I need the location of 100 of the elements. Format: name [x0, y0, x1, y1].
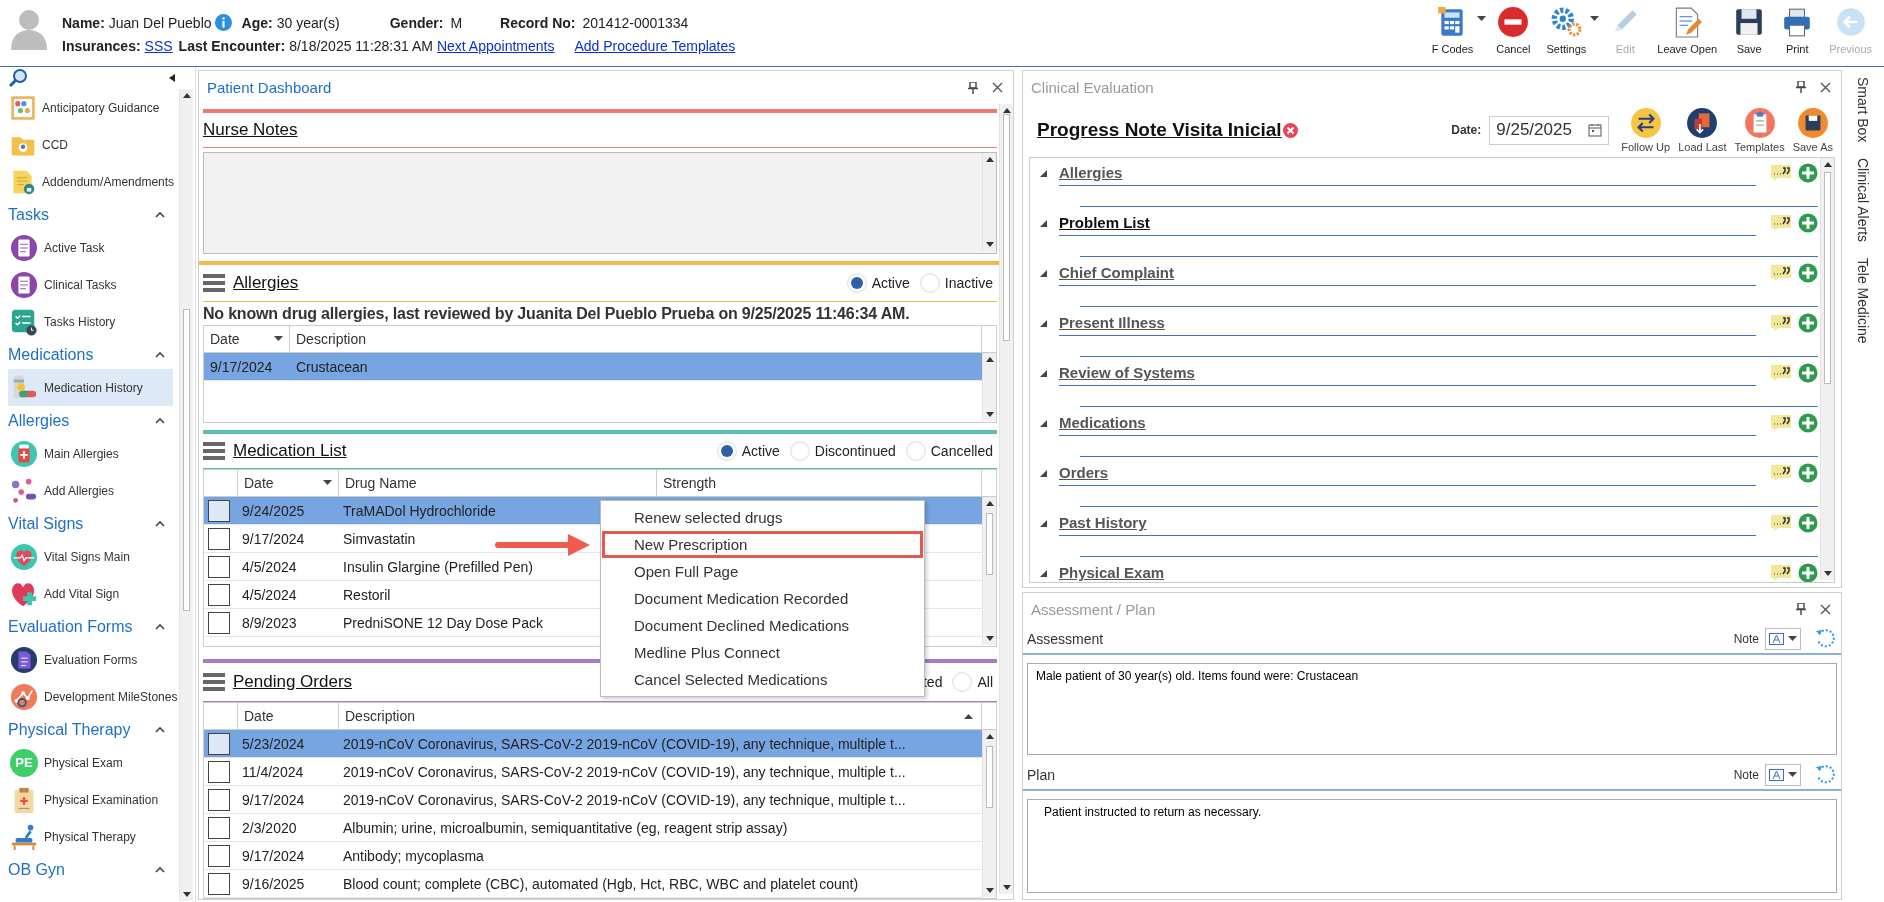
- menu-icon[interactable]: [203, 442, 225, 460]
- sidebar-item[interactable]: Add Vital Sign: [8, 575, 173, 612]
- note-dropdown[interactable]: [1765, 764, 1801, 786]
- side-tab[interactable]: Clinical Alerts: [1855, 158, 1871, 243]
- expand-triangle-icon[interactable]: [1040, 369, 1047, 377]
- collapse-chevron-icon[interactable]: [155, 417, 165, 424]
- table-row[interactable]: 9/16/2025 Blood count; complete (CBC), automated (Hgb, Hct, RBC, WBC and platelet count): [204, 870, 982, 898]
- sidebar-item[interactable]: Addendum/Amendments: [8, 163, 173, 200]
- section-title[interactable]: Physical Exam: [1059, 564, 1165, 581]
- section-title[interactable]: Nurse Notes: [203, 120, 298, 140]
- expand-triangle-icon[interactable]: [1040, 419, 1047, 427]
- section-title[interactable]: Review of Systems: [1059, 364, 1195, 381]
- checkbox[interactable]: [208, 555, 230, 578]
- checkbox[interactable]: [208, 527, 230, 550]
- section-title[interactable]: Chief Complaint: [1059, 264, 1174, 281]
- radio-label[interactable]: Discontinued: [814, 443, 896, 459]
- sidebar-item[interactable]: Main Allergies: [8, 435, 173, 472]
- expand-triangle-icon[interactable]: [1040, 319, 1047, 327]
- quote-icon[interactable]: [1770, 514, 1792, 532]
- section-title[interactable]: Pending Orders: [233, 672, 353, 692]
- menu-icon[interactable]: [203, 673, 225, 691]
- add-icon[interactable]: [1798, 363, 1818, 383]
- scroll-thumb[interactable]: [986, 513, 993, 575]
- sidebar-item[interactable]: Clinical Tasks: [8, 266, 173, 303]
- caret-icon[interactable]: [1788, 636, 1797, 642]
- dropdown-caret-icon[interactable]: [1590, 16, 1600, 22]
- side-tab[interactable]: Smart Box: [1855, 77, 1871, 143]
- radio-button[interactable]: [716, 441, 737, 461]
- date-field[interactable]: 9/25/2025: [1489, 115, 1610, 145]
- sidebar-item[interactable]: PE Physical Exam: [8, 744, 173, 781]
- sidebar-item[interactable]: Medication History: [8, 369, 173, 406]
- plan-field[interactable]: Patient instructed to return as necessary.: [1027, 799, 1837, 893]
- sidebar-item[interactable]: Evaluation Forms: [8, 641, 173, 678]
- column-header[interactable]: Description: [339, 703, 982, 729]
- quote-icon[interactable]: [1770, 164, 1792, 182]
- section-title[interactable]: Past History: [1059, 514, 1147, 531]
- quote-icon[interactable]: [1770, 264, 1792, 282]
- expand-triangle-icon[interactable]: [1040, 569, 1047, 577]
- quote-icon[interactable]: [1770, 314, 1792, 332]
- menu-item[interactable]: Document Declined Medications: [602, 612, 923, 639]
- expand-triangle-icon[interactable]: [1040, 169, 1047, 177]
- toolbar-button[interactable]: Templates: [1730, 107, 1789, 153]
- expand-triangle-icon[interactable]: [1040, 269, 1047, 277]
- search-icon[interactable]: [8, 68, 28, 88]
- menu-item[interactable]: Cancel Selected Medications: [602, 666, 923, 693]
- radio-button[interactable]: [905, 441, 926, 461]
- add-icon[interactable]: [1798, 513, 1818, 533]
- note-dropdown[interactable]: [1765, 628, 1801, 650]
- assessment-field[interactable]: Male patient of 30 year(s) old. Items found were: Crustacean: [1027, 663, 1837, 755]
- scrollbar[interactable]: [982, 497, 996, 645]
- checkbox[interactable]: [208, 844, 230, 867]
- calendar-icon[interactable]: [1588, 123, 1603, 137]
- quote-icon[interactable]: [1770, 214, 1792, 232]
- dropdown-button[interactable]: Settings: [1538, 6, 1595, 55]
- collapse-chevron-icon[interactable]: [155, 520, 165, 527]
- sidebar-item[interactable]: Anticipatory Guidance: [8, 89, 173, 126]
- sidebar-item[interactable]: Active Task: [8, 229, 173, 266]
- scroll-thumb[interactable]: [1003, 114, 1010, 341]
- refresh-icon[interactable]: [1815, 628, 1837, 650]
- collapse-chevron-icon[interactable]: [155, 211, 165, 218]
- scrollbar[interactable]: [999, 104, 1013, 894]
- pin-icon[interactable]: [1796, 81, 1806, 93]
- remove-icon[interactable]: [1282, 122, 1298, 138]
- group-heading[interactable]: Medications: [8, 345, 94, 364]
- checkbox[interactable]: [208, 788, 230, 811]
- caret-icon[interactable]: [1788, 772, 1797, 778]
- scroll-thumb[interactable]: [183, 309, 190, 611]
- column-header[interactable]: Date: [238, 703, 339, 729]
- menu-item[interactable]: Document Medication Recorded: [602, 585, 923, 612]
- add-icon[interactable]: [1798, 263, 1818, 283]
- checkbox[interactable]: [208, 872, 230, 895]
- add-icon[interactable]: [1798, 463, 1818, 483]
- collapse-arrow-icon[interactable]: [169, 74, 175, 82]
- column-header[interactable]: Date: [238, 470, 339, 496]
- toolbar-button[interactable]: Load Last: [1674, 107, 1731, 153]
- table-row[interactable]: 9/17/2024 2019-nCoV Coronavirus, SARS-CoV-2 2019-nCoV (COVID-19), any technique, multiple t...: [204, 786, 982, 814]
- add-icon[interactable]: [1798, 313, 1818, 333]
- sidebar-item[interactable]: Vital Signs Main: [8, 538, 173, 575]
- scroll-thumb[interactable]: [1824, 172, 1831, 384]
- add-icon[interactable]: [1798, 413, 1818, 433]
- sidebar-item[interactable]: Physical Therapy: [8, 818, 173, 855]
- radio-label[interactable]: Inactive: [944, 275, 993, 291]
- pin-icon[interactable]: [1796, 603, 1806, 615]
- expand-triangle-icon[interactable]: [1040, 469, 1047, 477]
- section-title[interactable]: Allergies: [233, 273, 299, 293]
- sidebar-item[interactable]: Add Allergies: [8, 472, 173, 509]
- column-header[interactable]: Drug Name: [339, 470, 657, 496]
- collapse-chevron-icon[interactable]: [155, 866, 165, 873]
- checkbox[interactable]: [208, 760, 230, 783]
- group-heading[interactable]: Evaluation Forms: [8, 617, 133, 636]
- collapse-chevron-icon[interactable]: [155, 351, 165, 358]
- side-tab[interactable]: Tele Medicine: [1855, 258, 1871, 344]
- toolbar-button[interactable]: Save: [1725, 6, 1774, 55]
- radio-label[interactable]: Cancelled: [930, 443, 993, 459]
- group-heading[interactable]: Physical Therapy: [8, 720, 131, 739]
- radio-button[interactable]: [919, 273, 940, 293]
- group-heading[interactable]: Allergies: [8, 411, 70, 430]
- sort-caret-icon[interactable]: [323, 480, 332, 486]
- menu-item[interactable]: Medline Plus Connect: [602, 639, 923, 666]
- toolbar-button[interactable]: Follow Up: [1617, 107, 1675, 153]
